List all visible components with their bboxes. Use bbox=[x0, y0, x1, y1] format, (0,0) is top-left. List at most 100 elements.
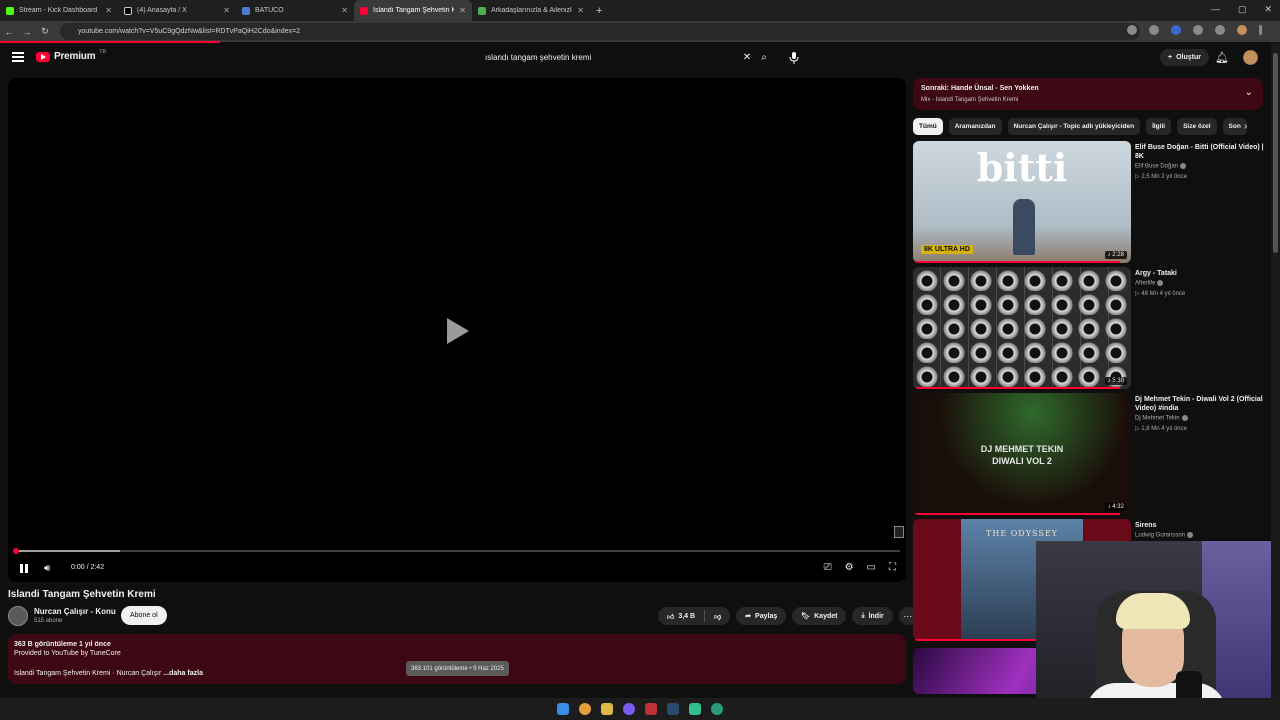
webcam-person-hair bbox=[1116, 593, 1190, 629]
video-actions: 👍︎ 3,4 B 👎︎ ➦ Paylaş 🔖︎ Kaydet ⤓ İndir ⋯ bbox=[658, 607, 917, 625]
kick-icon bbox=[6, 6, 14, 15]
profile-icon[interactable] bbox=[1237, 25, 1247, 35]
recommendation-item[interactable]: bitti 8K ULTRA HD ♪ 2:28 Elif Buse Doğan… bbox=[913, 141, 1273, 263]
chevron-right-icon[interactable]: › bbox=[1244, 121, 1247, 132]
play-icon[interactable] bbox=[447, 318, 469, 344]
chevron-down-icon[interactable]: ⌄ bbox=[1245, 87, 1253, 98]
chip-related[interactable]: İlgili bbox=[1146, 118, 1172, 135]
avatar[interactable] bbox=[1243, 50, 1258, 65]
save-label: Kaydet bbox=[814, 612, 838, 620]
file-explorer-icon[interactable] bbox=[601, 703, 613, 715]
fullscreen-icon[interactable]: ⛶ bbox=[889, 562, 896, 573]
browser-tab[interactable]: BATUCO ✕ bbox=[236, 0, 354, 21]
url-field[interactable]: youtube.com/watch?v=V5uC9gQdzNw&list=RDT… bbox=[60, 23, 1140, 40]
youtube-header: Premium TR ıslandı tangam şehvetin kremi… bbox=[0, 43, 1270, 73]
save-button[interactable]: 🔖︎ Kaydet bbox=[792, 607, 847, 625]
close-icon[interactable]: ✕ bbox=[223, 6, 230, 15]
chrome-icon[interactable] bbox=[579, 703, 591, 715]
download-button[interactable]: ⤓ İndir bbox=[852, 607, 893, 625]
filter-chips: Tümü Aramanızdan Nurcan Çalışır - Topic … bbox=[913, 118, 1258, 136]
chip-all[interactable]: Tümü bbox=[913, 118, 943, 135]
browser-tab[interactable]: Arkadaşlarınızla & Ailenizle Ücr ✕ bbox=[472, 0, 590, 21]
close-icon[interactable]: ✕ bbox=[459, 6, 466, 15]
puzzle-icon[interactable] bbox=[1215, 25, 1225, 35]
subtitles-icon[interactable]: ⎚ bbox=[824, 562, 832, 573]
volume-icon[interactable]: 🔊︎ bbox=[44, 563, 50, 574]
recommendation-channel: Afterlife bbox=[1135, 280, 1164, 287]
maximize-icon[interactable]: ▢ bbox=[1238, 4, 1247, 15]
new-tab-icon[interactable]: + bbox=[590, 5, 608, 17]
pause-icon[interactable] bbox=[20, 564, 28, 573]
up-next-panel[interactable]: Sonraki: Hande Ünsal - Sen Yokken Mix - … bbox=[913, 78, 1263, 110]
subscribe-button[interactable]: Abone ol bbox=[121, 606, 167, 625]
video-thumbnail[interactable]: DJ MEHMET TEKIN DIWALI VOL 2 ♪ 4:32 bbox=[913, 393, 1131, 515]
back-icon[interactable]: ← bbox=[0, 27, 18, 37]
star-icon[interactable] bbox=[1149, 25, 1159, 35]
plus-icon: + bbox=[1168, 54, 1173, 61]
share-button[interactable]: ➦ Paylaş bbox=[736, 607, 787, 625]
close-icon[interactable]: ✕ bbox=[341, 6, 348, 15]
close-icon[interactable]: ✕ bbox=[105, 6, 112, 15]
close-icon[interactable]: ✕ bbox=[577, 6, 584, 15]
create-button[interactable]: + Oluştur bbox=[1160, 49, 1209, 66]
chip-from-search[interactable]: Aramanızdan bbox=[948, 118, 1002, 135]
extension-icon[interactable] bbox=[1193, 25, 1203, 35]
browser-tab[interactable]: Stream - Kick Dashboard ✕ bbox=[0, 0, 118, 21]
dislike-button[interactable]: 👎︎ bbox=[705, 607, 730, 625]
recommendation-item[interactable]: DJ MEHMET TEKIN DIWALI VOL 2 ♪ 4:32 Dj M… bbox=[913, 393, 1273, 515]
video-thumbnail[interactable]: ♪ 5:30 bbox=[913, 267, 1131, 389]
recommendation-item[interactable]: ♪ 5:30 Argy - Tataki Afterlife ▷ 48 Mn 4… bbox=[913, 267, 1273, 389]
chip-for-you[interactable]: Size özel bbox=[1177, 118, 1217, 135]
extension-icon[interactable] bbox=[1171, 25, 1181, 35]
description-box[interactable]: 363 B görüntüleme 1 yıl önce Provided to… bbox=[8, 634, 906, 684]
channel-avatar[interactable] bbox=[8, 606, 28, 626]
views-tooltip: 363.101 görüntüleme • 9 Haz 2025 bbox=[406, 661, 509, 676]
settings-icon[interactable]: ⚙ bbox=[845, 562, 854, 573]
page-icon bbox=[478, 6, 486, 15]
menu-icon[interactable] bbox=[12, 52, 24, 62]
browser-tab-active[interactable]: Islandı Tangam Şehvetin Kremi ✕ bbox=[354, 0, 472, 21]
channel-name[interactable]: Nurcan Çalışır - Konu bbox=[34, 607, 116, 616]
youtube-icon bbox=[360, 6, 368, 15]
mic-icon[interactable] bbox=[789, 52, 799, 64]
app-icon[interactable] bbox=[645, 703, 657, 715]
app-icon[interactable] bbox=[689, 703, 701, 715]
search-icon[interactable]: ⌕ bbox=[754, 52, 774, 63]
cast-icon[interactable] bbox=[1127, 25, 1137, 35]
recommendation-title: Dj Mehmet Tekin - Diwali Vol 2 (Official… bbox=[1135, 396, 1263, 412]
end-card-icon[interactable] bbox=[894, 526, 904, 538]
windows-start-icon[interactable] bbox=[557, 703, 569, 715]
thumbnail-text: bitti bbox=[976, 145, 1068, 190]
notifications-icon[interactable]: 🔔︎ bbox=[1215, 51, 1229, 64]
video-thumbnail[interactable]: bitti 8K ULTRA HD ♪ 2:28 bbox=[913, 141, 1131, 263]
reload-icon[interactable]: ↻ bbox=[36, 26, 54, 37]
close-window-icon[interactable]: ✕ bbox=[1264, 4, 1272, 15]
forward-icon[interactable]: → bbox=[18, 27, 36, 37]
channel-text: Elif Buse Doğan bbox=[1135, 163, 1179, 170]
miniplayer-icon[interactable]: ▭ bbox=[867, 562, 876, 573]
chip-uploader[interactable]: Nurcan Çalışır - Topic adlı yükleyiciden bbox=[1007, 118, 1141, 135]
video-player[interactable]: 🔊︎ 0:00 / 2:42 ⎚ ⚙ ▭ ⛶ bbox=[8, 78, 906, 582]
youtube-logo[interactable]: Premium TR bbox=[36, 49, 106, 62]
tab-title: BATUCO bbox=[255, 7, 284, 14]
page-icon bbox=[242, 6, 250, 15]
x-icon bbox=[124, 6, 132, 15]
like-button[interactable]: 👍︎ 3,4 B bbox=[658, 607, 704, 625]
browser-tab[interactable]: (4) Anasayfa / X ✕ bbox=[118, 0, 236, 21]
channel-text: Ludwig Goransson bbox=[1135, 532, 1186, 539]
menu-icon[interactable] bbox=[1259, 25, 1262, 35]
thumbs-down-icon: 👎︎ bbox=[714, 613, 722, 621]
search-input[interactable]: ıslandı tangam şehvetin kremi bbox=[478, 53, 740, 62]
discord-icon[interactable] bbox=[623, 703, 635, 715]
app-icon[interactable] bbox=[711, 703, 723, 715]
scrollbar-thumb[interactable] bbox=[1273, 53, 1278, 253]
taskbar bbox=[0, 698, 1280, 720]
minimize-icon[interactable]: — bbox=[1211, 4, 1220, 15]
progress-bar[interactable] bbox=[13, 548, 900, 554]
steam-icon[interactable] bbox=[667, 703, 679, 715]
scrollbar[interactable] bbox=[1271, 43, 1280, 698]
show-more-link[interactable]: ...daha fazla bbox=[163, 670, 203, 677]
scrubber-handle[interactable] bbox=[13, 548, 19, 554]
clear-icon[interactable]: ✕ bbox=[740, 52, 754, 63]
recommendation-meta: ▷ 2,5 Mn 2 yıl önce bbox=[1135, 174, 1187, 180]
